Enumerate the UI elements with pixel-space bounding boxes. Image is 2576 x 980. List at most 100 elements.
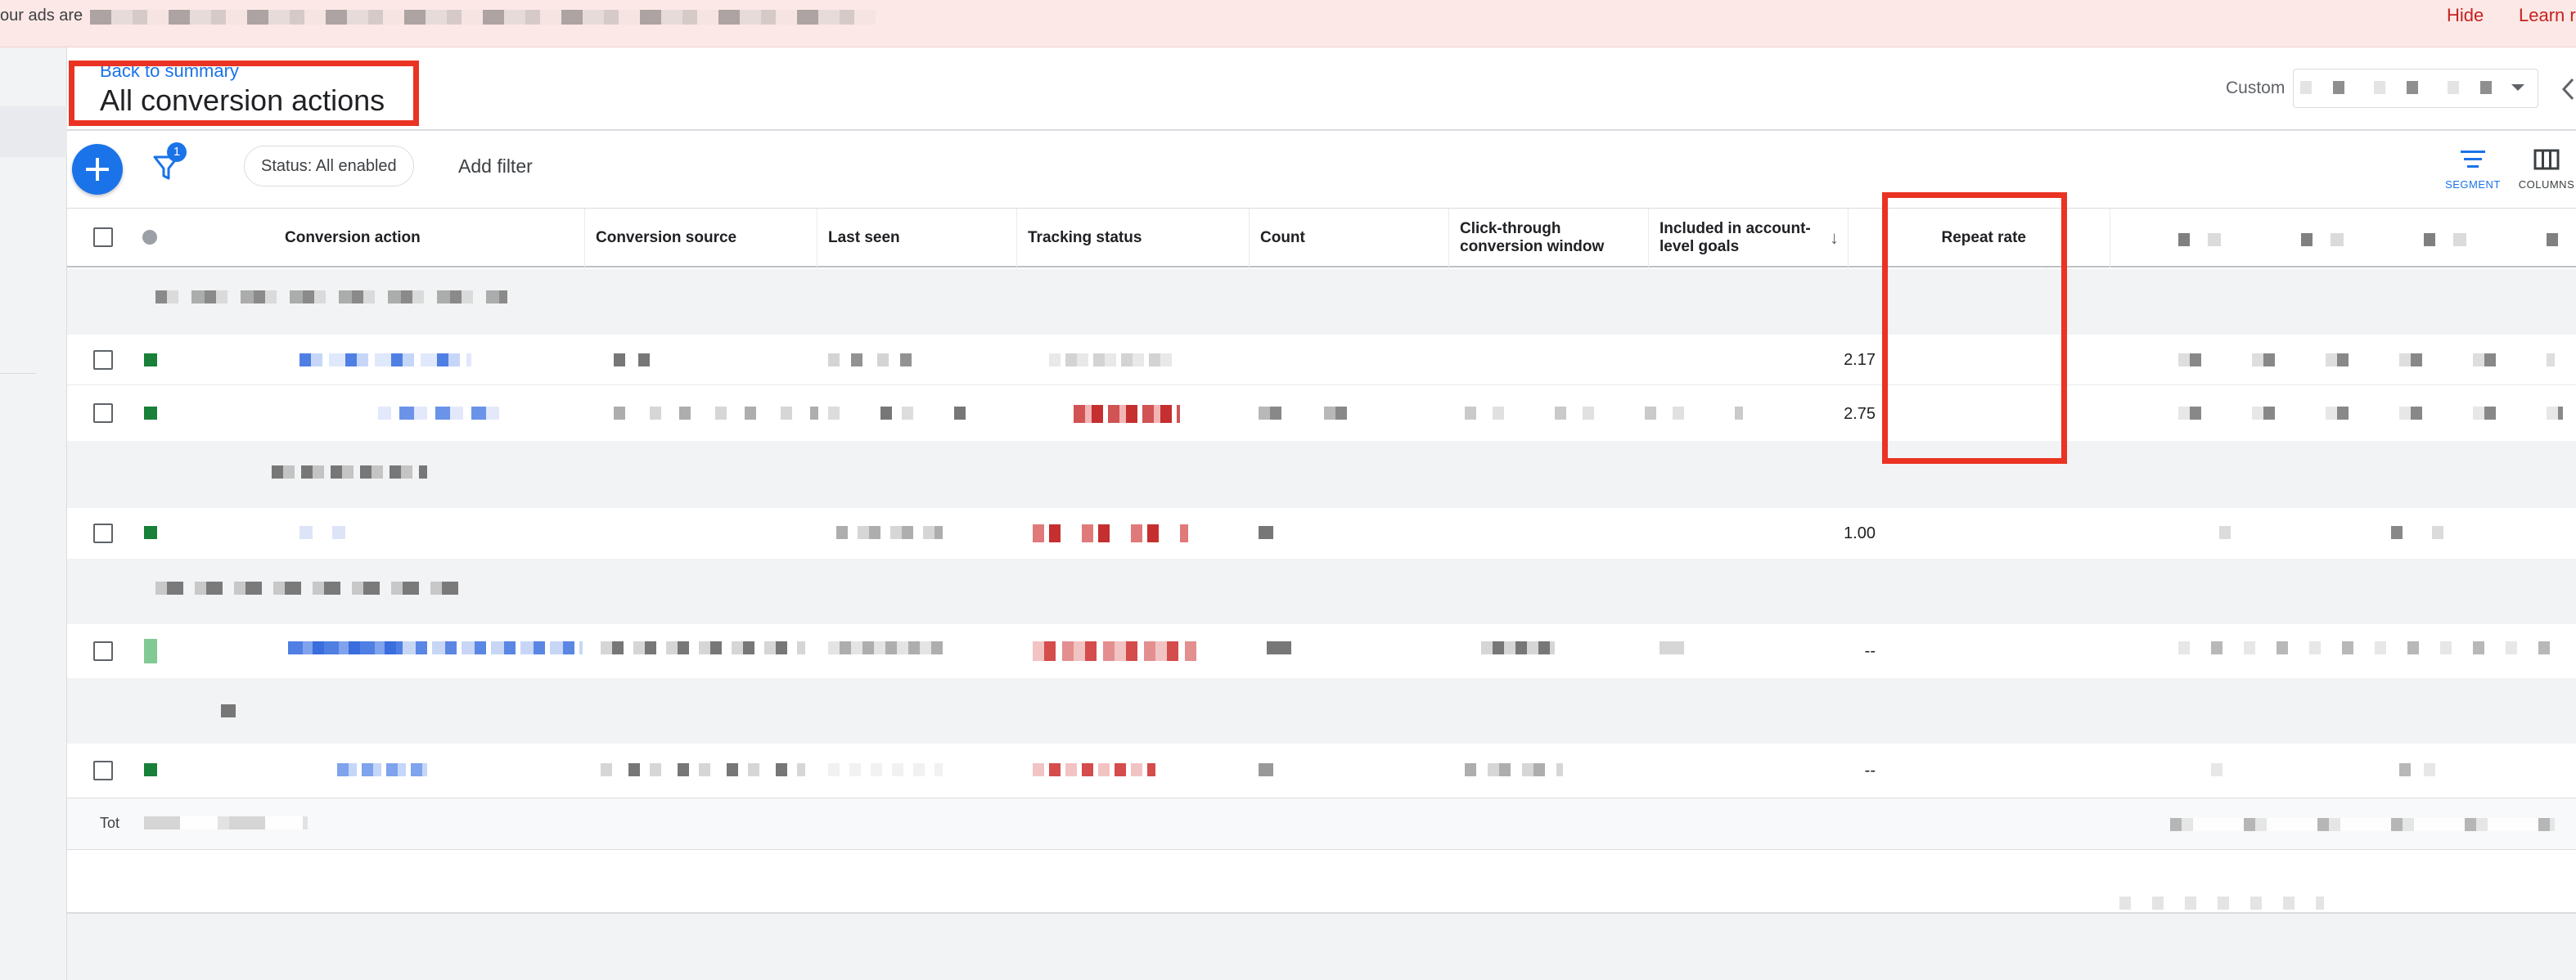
- redacted-tracking-status: [1033, 524, 1188, 542]
- redacted-extra-cells: [2178, 353, 2555, 366]
- table-row[interactable]: --: [67, 624, 2576, 678]
- redacted-date-range: [2300, 81, 2505, 94]
- enabled-status-icon: [144, 407, 157, 420]
- redacted-source: [614, 407, 818, 420]
- redacted-source: [601, 641, 805, 654]
- redacted-extra-cells: [2178, 641, 2555, 654]
- table-row[interactable]: 2.75: [67, 385, 2576, 441]
- row-checkbox[interactable]: [93, 761, 113, 780]
- redacted-window: [1481, 641, 1555, 654]
- redacted-group-name: [155, 290, 507, 303]
- banner-text: our ads are: [0, 7, 83, 25]
- segment-icon: [2461, 151, 2485, 168]
- redacted-last-seen: [828, 641, 943, 654]
- table-row[interactable]: 2.17: [67, 335, 2576, 385]
- redacted-tracking-status: [1049, 353, 1172, 366]
- group-row: [67, 678, 2576, 744]
- annotation-highlight-title: [69, 61, 419, 126]
- row-checkbox[interactable]: [93, 641, 113, 661]
- redacted-conversion-name: [299, 353, 471, 366]
- add-filter-button[interactable]: Add filter: [458, 155, 533, 178]
- redacted-last-seen: [828, 407, 975, 420]
- group-row: [67, 559, 2576, 624]
- redacted-tracking-status: [1074, 405, 1180, 423]
- filter-count-badge: 1: [167, 142, 187, 162]
- redacted-conversion-name: [337, 763, 427, 776]
- status-column-dot: [142, 230, 157, 245]
- date-range-label: Custom: [2226, 79, 2286, 97]
- redacted-conversion-name: [378, 407, 501, 420]
- repeat-rate-value: --: [1864, 762, 1876, 780]
- add-conversion-button[interactable]: [72, 144, 123, 195]
- columns-button[interactable]: COLUMNS: [2514, 147, 2576, 196]
- repeat-rate-value: 2.75: [1844, 405, 1876, 423]
- redacted-extra-headers: [2178, 233, 2571, 246]
- header-click-through-window[interactable]: Click-through conversion window: [1460, 209, 1648, 267]
- redacted-included: [1660, 641, 1684, 654]
- date-range-selector[interactable]: [2293, 69, 2538, 108]
- redacted-count: [1259, 763, 1273, 776]
- repeat-rate-value: 1.00: [1844, 524, 1876, 542]
- notification-banner: our ads are Hide Learn r: [0, 0, 2576, 47]
- caret-down-icon: [2511, 84, 2524, 91]
- hide-banner-link[interactable]: Hide: [2447, 5, 2484, 26]
- redacted-window: [1465, 763, 1563, 776]
- redacted-last-seen: [828, 353, 926, 366]
- redacted-tracking-status: [1033, 763, 1155, 776]
- redacted-count: [1259, 526, 1273, 539]
- conversion-actions-table: Conversion action Conversion source Last…: [67, 192, 2576, 914]
- total-row: Tot: [67, 798, 2576, 850]
- redacted-group-name: [272, 465, 427, 479]
- header-conversion-source[interactable]: Conversion source: [596, 209, 736, 267]
- table-header: Conversion action Conversion source Last…: [67, 209, 2576, 267]
- google-ads-conversions-page: our ads are Hide Learn r Back to summary…: [0, 0, 2576, 980]
- group-row: [67, 441, 2576, 508]
- columns-icon: [2533, 149, 2560, 170]
- header-count[interactable]: Count: [1260, 209, 1305, 267]
- redacted-footer-note: [2119, 897, 2324, 910]
- header-last-seen[interactable]: Last seen: [828, 209, 900, 267]
- table-toolbar: 1 Status: All enabled Add filter SEGMENT…: [67, 131, 2576, 208]
- repeat-rate-value: --: [1864, 642, 1876, 660]
- rail-selected-item[interactable]: [0, 106, 67, 157]
- group-row: [67, 269, 2576, 335]
- segment-button[interactable]: SEGMENT: [2440, 147, 2506, 196]
- header-tracking-status[interactable]: Tracking status: [1028, 209, 1142, 267]
- enabled-status-icon: [144, 526, 157, 539]
- learn-more-link[interactable]: Learn r: [2519, 5, 2576, 26]
- segment-label: SEGMENT: [2445, 178, 2501, 191]
- redacted-conversion-name-2: [403, 641, 583, 654]
- table-row[interactable]: --: [67, 744, 2576, 798]
- row-checkbox[interactable]: [93, 524, 113, 543]
- redacted-extra-cells: [2219, 526, 2555, 539]
- annotation-highlight-repeat-rate: [1882, 192, 2067, 464]
- select-all-checkbox[interactable]: [93, 227, 113, 247]
- status-filter-chip[interactable]: Status: All enabled: [244, 146, 414, 187]
- row-checkbox[interactable]: [93, 350, 113, 370]
- header-conversion-action[interactable]: Conversion action: [285, 209, 421, 267]
- redacted-group-name: [221, 704, 236, 717]
- redacted-last-seen: [836, 526, 943, 539]
- repeat-rate-value: 2.17: [1844, 351, 1876, 369]
- enabled-status-icon: [144, 353, 157, 366]
- redacted-tracking-status: [1033, 641, 1196, 661]
- redacted-conversion-name: [299, 526, 357, 539]
- total-label: Tot: [100, 815, 120, 831]
- redacted-extra-cells: [2211, 763, 2555, 776]
- redacted-extra-cells: [2178, 407, 2563, 420]
- row-checkbox[interactable]: [93, 403, 113, 423]
- redacted-source: [614, 353, 663, 366]
- redacted-group-name: [155, 582, 458, 595]
- chevron-left-icon[interactable]: [2560, 77, 2576, 101]
- redacted-count: [1259, 407, 1389, 420]
- columns-label: COLUMNS: [2518, 178, 2575, 191]
- redacted-window: [1465, 407, 1743, 420]
- enabled-status-icon: [144, 639, 157, 663]
- redacted-banner-text: [90, 10, 876, 25]
- redacted-source: [601, 763, 805, 776]
- page-header: Back to summary All conversion actions C…: [67, 47, 2576, 131]
- redacted-last-seen: [828, 763, 943, 776]
- redacted-total-values: [144, 816, 308, 829]
- table-row[interactable]: 1.00: [67, 508, 2576, 559]
- redacted-total-extra: [2170, 818, 2555, 831]
